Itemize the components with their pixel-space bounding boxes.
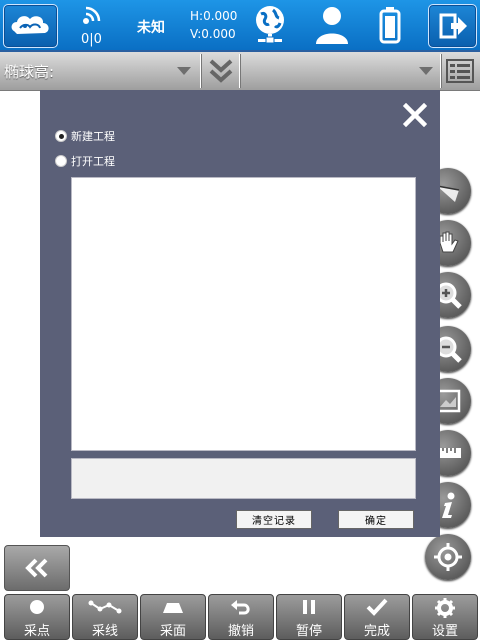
logo-button[interactable] [3, 4, 58, 48]
satellite-icon[interactable] [78, 4, 104, 28]
fix-status: 未知 [137, 20, 165, 36]
collect-point-label: 采点 [23, 624, 50, 639]
divider [200, 54, 201, 88]
project-path-field[interactable] [71, 458, 416, 499]
clear-records-button[interactable]: 清空记录 [236, 510, 312, 529]
finish-button[interactable]: 完成 [344, 594, 410, 640]
height-toolbar: 椭球高: [0, 52, 480, 91]
open-project-radio[interactable] [55, 155, 67, 167]
exit-button[interactable] [428, 4, 477, 48]
cloud-logo-icon [11, 16, 49, 34]
double-chevron-left-icon [25, 558, 48, 578]
bottom-toolbar: 采点 采线 采面 撤销 暂停 完成 设置 [0, 592, 480, 640]
collect-area-label: 采面 [159, 624, 186, 639]
settings-button[interactable]: 设置 [412, 594, 478, 640]
locate-icon [434, 543, 462, 571]
collect-point-button[interactable]: 采点 [4, 594, 70, 640]
user-icon[interactable] [314, 4, 350, 46]
point-icon [30, 600, 44, 614]
gear-icon [435, 598, 455, 618]
h-precision: H:0.000 [190, 9, 238, 23]
value-dropdown-chevron-icon[interactable] [419, 67, 433, 75]
battery-icon [378, 5, 402, 45]
settings-label: 设置 [431, 624, 458, 639]
project-dialog: 新建工程 打开工程 清空记录 确定 [40, 90, 440, 537]
network-globe-icon[interactable] [253, 4, 287, 46]
height-type-label: 椭球高: [4, 63, 55, 81]
collect-area-button[interactable]: 采面 [140, 594, 206, 640]
open-project-label: 打开工程 [71, 155, 115, 168]
undo-button[interactable]: 撤销 [208, 594, 274, 640]
exit-icon [439, 13, 467, 39]
pause-button[interactable]: 暂停 [276, 594, 342, 640]
status-bar: 0|0 未知 H:0.000 V:0.000 [0, 0, 480, 52]
open-project-option[interactable]: 打开工程 [55, 153, 115, 169]
expand-double-chevron-icon[interactable] [206, 56, 236, 86]
v-precision: V:0.000 [190, 27, 236, 41]
close-icon[interactable] [402, 102, 428, 128]
list-menu-icon[interactable] [446, 59, 474, 83]
finish-label: 完成 [363, 624, 390, 639]
new-project-option[interactable]: 新建工程 [55, 128, 115, 144]
undo-icon [231, 600, 250, 615]
height-dropdown-chevron-icon[interactable] [177, 67, 191, 75]
divider [440, 54, 441, 88]
polyline-icon [88, 600, 122, 614]
project-list[interactable] [71, 177, 416, 451]
new-project-label: 新建工程 [71, 130, 115, 143]
collapse-button[interactable] [4, 545, 70, 591]
pause-label: 暂停 [295, 624, 322, 639]
checkmark-icon [366, 598, 388, 616]
confirm-button[interactable]: 确定 [338, 510, 414, 529]
pause-icon [303, 600, 315, 614]
undo-label: 撤销 [227, 624, 254, 639]
new-project-radio[interactable] [55, 130, 67, 142]
satellite-count: 0|0 [81, 32, 102, 47]
collect-line-button[interactable]: 采线 [72, 594, 138, 640]
divider [239, 54, 240, 88]
locate-button[interactable] [425, 534, 471, 580]
collect-line-label: 采线 [91, 624, 118, 639]
polygon-icon [163, 603, 183, 613]
